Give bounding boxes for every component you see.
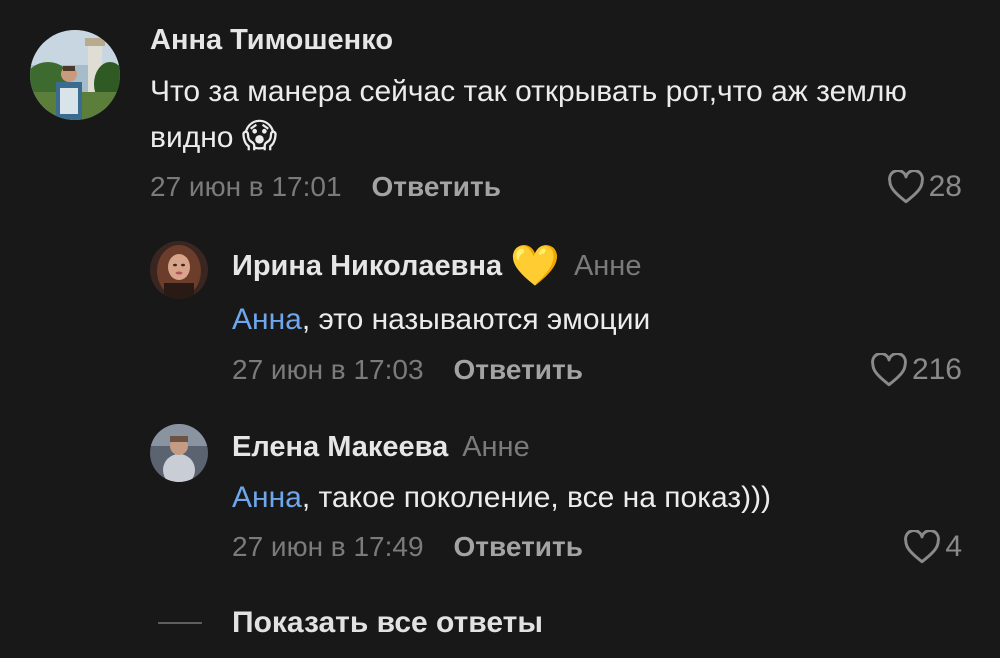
comment-text: Анна, такое поколение, все на показ))) bbox=[232, 476, 972, 520]
avatar[interactable] bbox=[150, 424, 208, 482]
screaming-face-emoji-icon: 😱 bbox=[241, 117, 278, 155]
comment-author: Ирина Николаевна 💛 Анне bbox=[232, 244, 642, 288]
mention-link[interactable]: Анна bbox=[232, 481, 302, 514]
comment-time: 27 июн в 17:01 bbox=[150, 171, 342, 202]
comment-author[interactable]: Анна Тимошенко bbox=[150, 24, 393, 57]
like-button[interactable]: 28 bbox=[887, 170, 962, 204]
reply-button[interactable]: Ответить bbox=[454, 354, 583, 386]
comment-author: Елена Макеева Анне bbox=[232, 431, 530, 464]
heart-icon bbox=[887, 170, 924, 204]
show-all-replies-label: Показать все ответы bbox=[232, 606, 543, 639]
comment-text: Анна, это называются эмоции bbox=[232, 298, 932, 342]
like-count: 4 bbox=[945, 530, 962, 563]
like-count: 28 bbox=[928, 170, 962, 203]
comment-time: 27 июн в 17:49 bbox=[232, 531, 424, 562]
reply-to-label[interactable]: Анне bbox=[574, 250, 642, 283]
author-name[interactable]: Анна Тимошенко bbox=[150, 24, 393, 57]
avatar[interactable] bbox=[150, 241, 208, 299]
author-name[interactable]: Елена Макеева bbox=[232, 431, 448, 464]
comment-body: , это называются эмоции bbox=[301, 303, 651, 336]
avatar[interactable] bbox=[30, 30, 120, 120]
reply-button[interactable]: Ответить bbox=[372, 171, 501, 203]
comment-meta: 27 июн в 17:03 Ответить bbox=[232, 354, 583, 386]
show-all-replies-button[interactable]: Показать все ответы bbox=[158, 606, 543, 640]
reply-to-label[interactable]: Анне bbox=[462, 431, 530, 464]
yellow-heart-icon: 💛 bbox=[510, 244, 560, 288]
comment-meta: 27 июн в 17:01 Ответить bbox=[150, 171, 501, 203]
mention-link[interactable]: Анна bbox=[232, 303, 302, 336]
like-count: 216 bbox=[911, 353, 962, 386]
reply-button[interactable]: Ответить bbox=[454, 531, 583, 563]
avatar-photo-icon bbox=[150, 424, 208, 482]
comment-time: 27 июн в 17:03 bbox=[232, 354, 424, 385]
like-button[interactable]: 216 bbox=[870, 353, 962, 387]
divider bbox=[158, 622, 202, 624]
comment-text: Что за манера сейчас так открывать рот,ч… bbox=[150, 70, 950, 160]
comment-body: , такое поколение, все на показ))) bbox=[301, 481, 772, 514]
heart-icon bbox=[871, 353, 907, 387]
heart-icon bbox=[904, 530, 941, 564]
comment-meta: 27 июн в 17:49 Ответить bbox=[232, 531, 583, 563]
author-name[interactable]: Ирина Николаевна bbox=[232, 250, 502, 283]
avatar-photo-icon bbox=[150, 241, 208, 299]
like-button[interactable]: 4 bbox=[903, 530, 962, 564]
avatar-photo-icon bbox=[30, 30, 120, 120]
